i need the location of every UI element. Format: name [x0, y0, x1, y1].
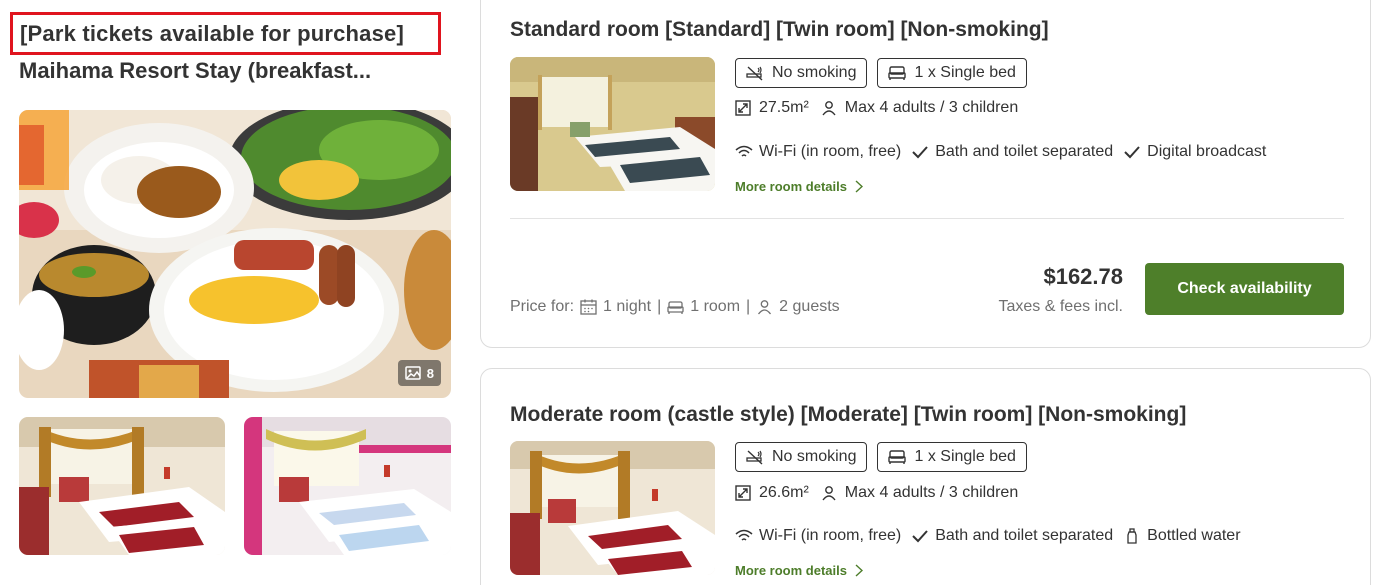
- room-specs: 26.6m² Max 4 adults / 3 children: [735, 484, 1030, 502]
- separator: |: [657, 298, 662, 315]
- hotel-room-photo: [19, 417, 225, 555]
- room-card: Moderate room (castle style) [Moderate] …: [480, 368, 1371, 585]
- more-room-details-label: More room details: [735, 179, 847, 194]
- bed-label: 1 x Single bed: [914, 448, 1016, 465]
- no-smoking-chip: No smoking: [735, 442, 868, 472]
- person-icon: [822, 486, 836, 501]
- check-icon: [1124, 146, 1140, 159]
- guests-value: 2 guests: [779, 298, 840, 315]
- room-title[interactable]: Moderate room (castle style) [Moderate] …: [510, 403, 1186, 427]
- chevron-right-icon: [855, 564, 863, 577]
- room-amenities: Wi-Fi (in room, free) Bath and toilet se…: [735, 527, 1251, 545]
- photo-count-badge[interactable]: 8: [397, 360, 441, 386]
- bed-icon: [888, 450, 907, 464]
- rooms-value: 1 room: [690, 298, 741, 315]
- room-occupancy: Max 4 adults / 3 children: [844, 484, 1019, 501]
- room-occupancy: Max 4 adults / 3 children: [844, 99, 1019, 116]
- room-amenities: Wi-Fi (in room, free) Bath and toilet se…: [735, 143, 1276, 161]
- price-for-label: Price for:: [510, 298, 575, 315]
- room-features: No smoking 1 x Single bed: [735, 58, 1027, 88]
- more-room-details-link[interactable]: More room details: [735, 563, 863, 578]
- plan-tag-highlight: [Park tickets available for purchase]: [10, 12, 441, 55]
- no-smoking-chip: No smoking: [735, 58, 868, 88]
- person-icon: [758, 300, 772, 315]
- hotel-room-photo: [510, 57, 715, 191]
- price: $162.78: [1043, 264, 1123, 289]
- room-size: 27.5m²: [759, 99, 809, 116]
- bottled-water-label: Bottled water: [1147, 527, 1241, 544]
- bottle-icon: [1127, 528, 1137, 544]
- more-room-details-link[interactable]: More room details: [735, 179, 863, 194]
- no-smoking-icon: [746, 66, 763, 81]
- separator: |: [746, 298, 751, 315]
- room-title[interactable]: Standard room [Standard] [Twin room] [No…: [510, 18, 1049, 42]
- room-size-icon: [735, 100, 751, 116]
- breakfast-photo: [19, 110, 451, 398]
- bed-chip: 1 x Single bed: [877, 442, 1027, 472]
- no-smoking-label: No smoking: [772, 448, 857, 465]
- photo-count: 8: [426, 365, 434, 381]
- check-icon: [912, 530, 928, 543]
- room-features: No smoking 1 x Single bed: [735, 442, 1027, 472]
- bath-label: Bath and toilet separated: [935, 527, 1114, 544]
- room-size: 26.6m²: [759, 484, 809, 501]
- calendar-icon: [580, 299, 597, 315]
- broadcast-label: Digital broadcast: [1147, 143, 1267, 160]
- person-icon: [822, 101, 836, 116]
- room-card: Standard room [Standard] [Twin room] [No…: [480, 0, 1371, 348]
- price-for: Price for: 1 night | 1 room | 2 guests: [510, 298, 840, 316]
- wifi-icon: [735, 145, 753, 157]
- nights-value: 1 night: [603, 298, 652, 315]
- room-specs: 27.5m² Max 4 adults / 3 children: [735, 99, 1030, 117]
- hotel-room-photo: [244, 417, 451, 555]
- plan-thumbnail-1[interactable]: [19, 417, 225, 555]
- bath-label: Bath and toilet separated: [935, 143, 1114, 160]
- wifi-label: Wi-Fi (in room, free): [759, 143, 902, 160]
- bed-label: 1 x Single bed: [914, 64, 1016, 81]
- plan-thumbnail-2[interactable]: [244, 417, 451, 555]
- plan-panel: [Park tickets available for purchase] Ma…: [0, 0, 470, 585]
- chevron-right-icon: [855, 180, 863, 193]
- no-smoking-icon: [746, 450, 763, 465]
- wifi-icon: [735, 529, 753, 541]
- more-room-details-label: More room details: [735, 563, 847, 578]
- room-photo[interactable]: [510, 57, 715, 191]
- check-icon: [912, 146, 928, 159]
- taxes-note: Taxes & fees incl.: [998, 298, 1124, 315]
- no-smoking-label: No smoking: [772, 64, 857, 81]
- check-availability-button[interactable]: Check availability: [1145, 263, 1344, 315]
- bed-icon: [888, 66, 907, 80]
- room-photo[interactable]: [510, 441, 715, 575]
- room-size-icon: [735, 485, 751, 501]
- divider: [510, 218, 1344, 219]
- gallery-icon: [405, 366, 421, 380]
- plan-title[interactable]: Maihama Resort Stay (breakfast...: [19, 58, 371, 84]
- bed-chip: 1 x Single bed: [877, 58, 1027, 88]
- bed-icon: [667, 301, 684, 314]
- hotel-room-photo: [510, 441, 715, 575]
- plan-main-photo[interactable]: 8: [19, 110, 451, 398]
- wifi-label: Wi-Fi (in room, free): [759, 527, 902, 544]
